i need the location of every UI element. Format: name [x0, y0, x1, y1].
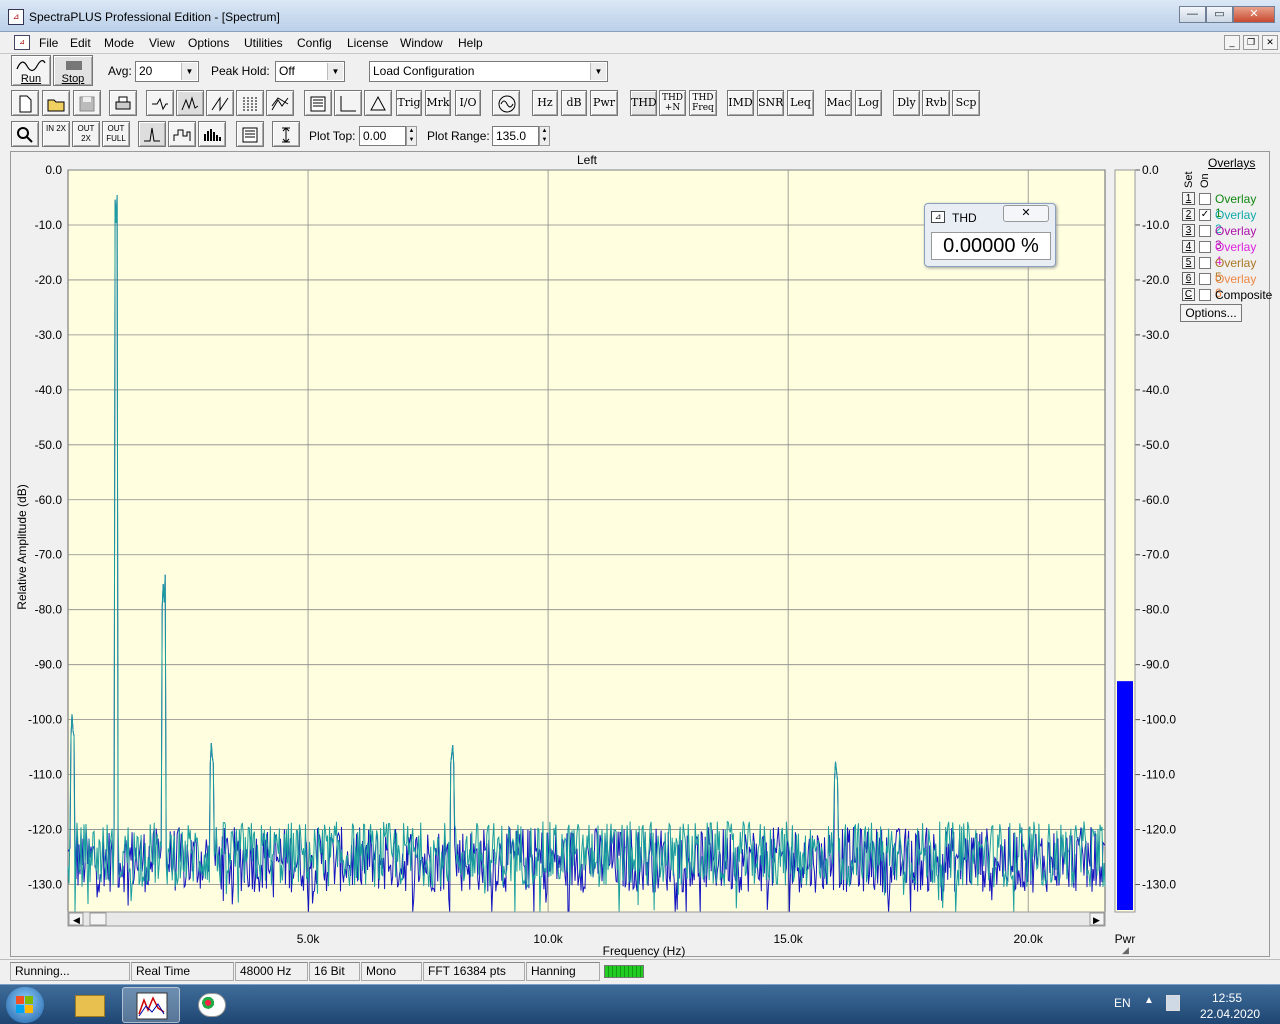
overlay-checkbox[interactable] [1199, 193, 1211, 205]
thd-window[interactable]: ⊿ THD ✕ 0.00000 % [924, 203, 1056, 267]
overlay-checkbox[interactable] [1199, 289, 1211, 301]
overlay-set-button[interactable]: 1 [1182, 192, 1195, 205]
explorer-taskbar-icon[interactable] [60, 987, 118, 1023]
status-activity-meter [604, 965, 644, 978]
overlay-label: Composite [1215, 288, 1273, 302]
network-icon[interactable] [1166, 995, 1180, 1011]
x-axis-label: Frequency (Hz) [603, 944, 686, 958]
overlay-set-button[interactable]: C [1182, 288, 1195, 301]
pwr-tick-label: 0.0 [1142, 163, 1159, 177]
pwr-tick-label: -20.0 [1142, 273, 1170, 287]
status-sample-rate: 48000 Hz [235, 962, 308, 981]
pwr-tick-label: -110.0 [1142, 768, 1175, 782]
clock-date[interactable]: 22.04.2020 [1200, 1007, 1260, 1021]
overlay-checkbox[interactable] [1199, 241, 1211, 253]
overlay-set-button[interactable]: 6 [1182, 272, 1195, 285]
x-tick-label: 5.0k [297, 932, 321, 946]
plot-background[interactable] [67, 169, 1106, 913]
overlay-checkbox[interactable] [1199, 225, 1211, 237]
status-state: Running... [10, 962, 130, 981]
thd-close-icon[interactable]: ✕ [1003, 205, 1049, 222]
x-tick-label: 15.0k [773, 932, 803, 946]
paint-taskbar-icon[interactable] [184, 987, 242, 1023]
y-tick-label: -70.0 [35, 548, 63, 562]
y-tick-label: -20.0 [35, 273, 63, 287]
y-tick-label: -90.0 [35, 658, 63, 672]
pwr-meter-bar [1117, 681, 1133, 910]
y-tick-label: -110.0 [29, 768, 62, 782]
overlay-set-button[interactable]: 5 [1182, 256, 1195, 269]
pwr-tick-label: -120.0 [1142, 823, 1176, 837]
status-mode: Real Time [131, 962, 234, 981]
status-bar: Running... Real Time 48000 Hz 16 Bit Mon… [0, 959, 1280, 983]
scroll-left-arrow: ◀ [73, 915, 80, 925]
scroll-thumb[interactable] [89, 912, 107, 926]
y-tick-label: -130.0 [28, 878, 62, 892]
pwr-tick-label: -90.0 [1142, 658, 1170, 672]
tray-expand-icon[interactable]: ▲ [1144, 995, 1154, 1006]
overlay-set-button[interactable]: 2 [1182, 208, 1195, 221]
pwr-axis-ticks: 0.0 -10.0 -20.0 -30.0 -40.0 -50.0 -60.0 -70.0 -8… [1135, 163, 1176, 892]
x-tick-label: 20.0k [1014, 932, 1044, 946]
status-window: Hanning [526, 962, 600, 981]
pwr-tick-label: -50.0 [1142, 438, 1170, 452]
y-tick-label: -60.0 [35, 493, 63, 507]
pwr-tick-label: -40.0 [1142, 383, 1170, 397]
thd-window-title: THD [952, 211, 977, 225]
spectraplus-taskbar-icon[interactable] [122, 987, 180, 1023]
overlay-set-button[interactable]: 4 [1182, 240, 1195, 253]
y-axis-ticks: 0.0 -10.0 -20.0 -30.0 -40.0 -50.0 -60.0 -70.0 -8… [28, 163, 62, 892]
thd-value: 0.00000 % [931, 232, 1051, 260]
y-tick-label: -120.0 [28, 823, 62, 837]
status-bit-depth: 16 Bit [309, 962, 360, 981]
pwr-tick-label: -60.0 [1142, 493, 1170, 507]
y-tick-label: -30.0 [35, 328, 63, 342]
y-tick-label: -100.0 [28, 713, 62, 727]
spectrum-chart[interactable]: Left 0.0 -10.0 -20.0 -30.0 -40.0 -50.0 -60.0 -7… [0, 0, 1280, 1024]
taskbar: EN ▲ 12:55 22.04.2020 [0, 984, 1280, 1024]
overlay-checkbox[interactable]: ✓ [1199, 209, 1211, 221]
pwr-tick-label: -80.0 [1142, 603, 1170, 617]
thd-window-icon: ⊿ [931, 211, 945, 223]
overlays-title: Overlays [1208, 156, 1256, 170]
y-axis-label: Relative Amplitude (dB) [15, 484, 29, 609]
on-header: On [1199, 173, 1211, 188]
overlay-checkbox[interactable] [1199, 257, 1211, 269]
overlay-options-button[interactable]: Options... [1180, 304, 1242, 322]
pwr-tick-label: -130.0 [1142, 878, 1176, 892]
x-tick-label: 10.0k [533, 932, 563, 946]
set-header: Set [1183, 171, 1195, 188]
horizontal-scrollbar[interactable] [67, 911, 1106, 927]
overlay-checkbox[interactable] [1199, 273, 1211, 285]
y-tick-label: -10.0 [35, 218, 63, 232]
scroll-right-arrow: ▶ [1093, 915, 1100, 925]
pwr-tick-label: -70.0 [1142, 548, 1170, 562]
y-tick-label: -40.0 [35, 383, 63, 397]
channel-title: Left [577, 153, 598, 167]
pwr-tick-label: -100.0 [1142, 713, 1176, 727]
pwr-tick-label: -30.0 [1142, 328, 1170, 342]
clock-time[interactable]: 12:55 [1212, 991, 1242, 1005]
y-tick-label: 0.0 [45, 163, 62, 177]
y-tick-label: -50.0 [35, 438, 63, 452]
resize-grip-icon[interactable]: ◢ [1122, 945, 1129, 955]
pwr-label: Pwr [1115, 932, 1136, 946]
status-channels: Mono [361, 962, 422, 981]
status-fft-size: FFT 16384 pts [423, 962, 525, 981]
start-icon[interactable] [6, 987, 44, 1023]
y-tick-label: -80.0 [35, 603, 63, 617]
overlay-set-button[interactable]: 3 [1182, 224, 1195, 237]
pwr-tick-label: -10.0 [1142, 218, 1170, 232]
language-indicator[interactable]: EN [1114, 996, 1131, 1010]
